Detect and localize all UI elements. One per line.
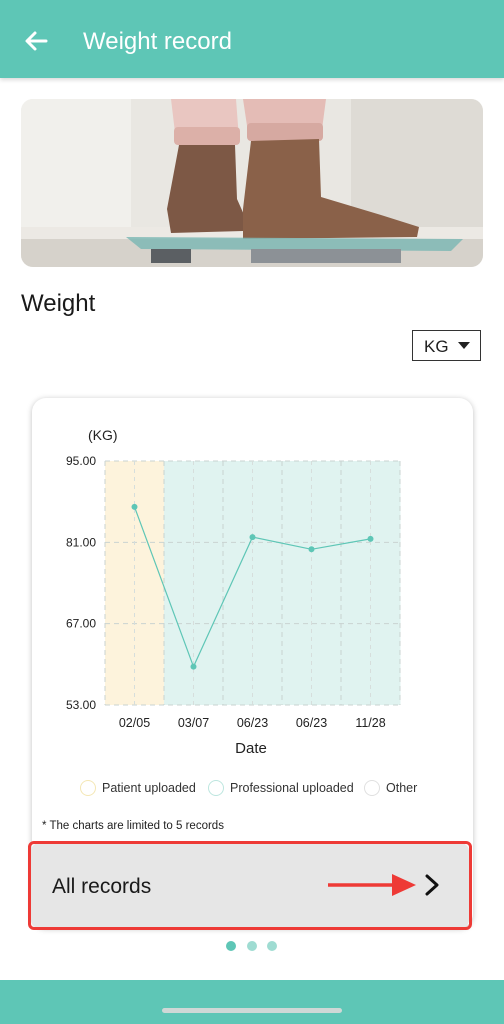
page-dot-1[interactable] — [226, 941, 236, 951]
data-point — [367, 535, 374, 542]
legend-swatch — [208, 780, 224, 796]
legend-swatch — [364, 780, 380, 796]
y-unit-label: (KG) — [88, 427, 118, 443]
legend-label: Professional uploaded — [230, 781, 354, 795]
page-indicator — [226, 941, 282, 953]
all-records-label: All records — [52, 875, 152, 898]
bottom-bar — [0, 980, 504, 1024]
page-dot-2[interactable] — [247, 941, 257, 951]
page-dot-3[interactable] — [267, 941, 277, 951]
data-point — [249, 534, 256, 541]
x-tick-label: 03/07 — [178, 716, 209, 730]
home-indicator[interactable] — [162, 1008, 342, 1013]
chevron-right-icon[interactable] — [420, 873, 444, 897]
y-tick-label: 95.00 — [66, 454, 96, 468]
y-tick-label: 67.00 — [66, 617, 96, 631]
data-point — [190, 663, 197, 670]
y-tick-label: 81.00 — [66, 535, 96, 549]
legend-label: Other — [386, 781, 418, 795]
x-tick-label: 06/23 — [237, 716, 268, 730]
data-point — [308, 546, 315, 553]
annotation-arrow — [328, 874, 416, 896]
x-tick-label: 06/23 — [296, 716, 327, 730]
chart-note: * The charts are limited to 5 records — [42, 820, 224, 832]
x-tick-label: 02/05 — [119, 716, 150, 730]
x-axis-title: Date — [235, 740, 267, 757]
data-point — [131, 503, 138, 510]
legend-label: Patient uploaded — [102, 781, 196, 795]
x-tick-label: 11/28 — [355, 716, 385, 730]
y-tick-label: 53.00 — [66, 698, 96, 712]
legend-swatch — [80, 780, 96, 796]
